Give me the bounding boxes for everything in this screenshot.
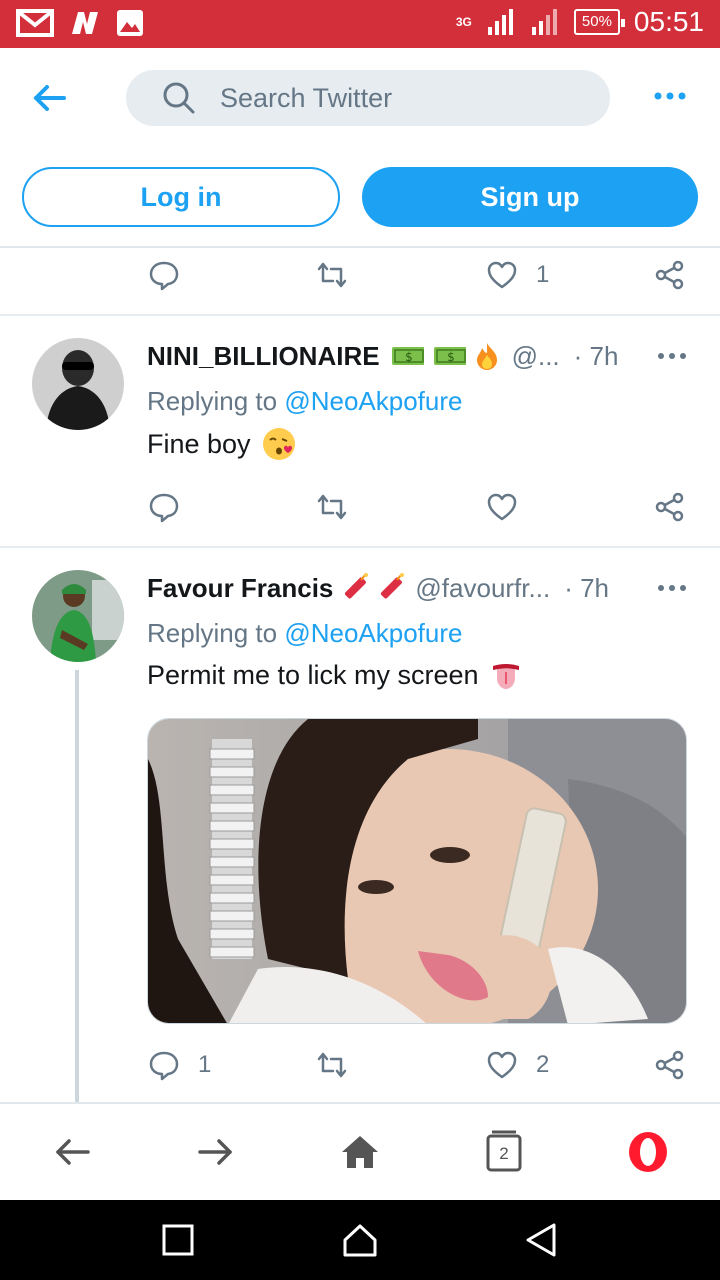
tweet-text: Fine boy bbox=[147, 426, 297, 462]
svg-text:$: $ bbox=[405, 350, 413, 364]
tweet-divider bbox=[0, 546, 720, 548]
tweet-header: NINI_BILLIONAIRE $ $ @... · 7h bbox=[147, 336, 618, 376]
tabs-count: 2 bbox=[499, 1144, 509, 1163]
browser-forward-icon[interactable] bbox=[194, 1130, 238, 1174]
share-icon bbox=[655, 1050, 684, 1080]
tweet-actions: 1 2 bbox=[0, 1040, 720, 1090]
news-icon bbox=[72, 12, 98, 34]
login-button[interactable]: Log in bbox=[22, 167, 340, 227]
back-arrow-icon[interactable] bbox=[30, 78, 70, 118]
heart-icon bbox=[487, 493, 517, 521]
mention-link[interactable]: @NeoAkpofure bbox=[284, 386, 462, 416]
tweet-time: · 7h bbox=[573, 340, 619, 371]
search-input[interactable] bbox=[220, 82, 580, 114]
avatar[interactable] bbox=[32, 338, 124, 430]
money-emoji: $ bbox=[391, 347, 424, 365]
share-action[interactable] bbox=[654, 1040, 686, 1090]
search-bar[interactable] bbox=[126, 70, 610, 126]
tabs-button[interactable]: 2 bbox=[482, 1130, 526, 1174]
heart-icon bbox=[487, 1051, 517, 1079]
tweet-feed[interactable]: 1 NINI_BILLIONAIRE $ $ @... · 7h Replyin… bbox=[0, 250, 720, 1102]
status-bar: 3G 50% 05:51 bbox=[0, 0, 720, 48]
opera-menu-icon[interactable] bbox=[626, 1130, 670, 1174]
share-action[interactable] bbox=[654, 482, 686, 532]
retweet-action[interactable] bbox=[316, 482, 348, 532]
android-navbar bbox=[0, 1200, 720, 1280]
kissing-face-emoji bbox=[262, 428, 295, 460]
firecracker-emoji bbox=[381, 573, 405, 599]
like-count: 2 bbox=[536, 1051, 550, 1078]
twitter-header: Log in Sign up bbox=[0, 48, 720, 248]
fire-emoji bbox=[476, 343, 497, 370]
like-action[interactable] bbox=[486, 482, 518, 532]
recents-icon[interactable] bbox=[158, 1220, 198, 1260]
share-action[interactable] bbox=[654, 250, 686, 300]
gallery-icon bbox=[117, 10, 143, 36]
tweet-media-image[interactable] bbox=[147, 718, 687, 1024]
mention-link[interactable]: @NeoAkpofure bbox=[284, 618, 462, 648]
tweet-actions bbox=[0, 482, 720, 532]
retweet-icon bbox=[317, 262, 347, 288]
retweet-action[interactable] bbox=[316, 250, 348, 300]
firecracker-emoji bbox=[345, 573, 369, 599]
tongue-emoji bbox=[492, 664, 519, 689]
tweet-actions: 1 bbox=[0, 250, 720, 300]
reply-count: 1 bbox=[198, 1051, 212, 1078]
android-back-icon[interactable] bbox=[522, 1220, 562, 1260]
like-action[interactable]: 2 bbox=[486, 1040, 549, 1090]
share-icon bbox=[655, 260, 684, 290]
more-options-icon[interactable] bbox=[648, 84, 692, 108]
browser-back-icon[interactable] bbox=[50, 1130, 94, 1174]
thread-line bbox=[75, 670, 79, 1102]
retweet-icon bbox=[317, 494, 347, 520]
home-icon[interactable] bbox=[338, 1130, 382, 1174]
signal-icon-secondary bbox=[531, 9, 557, 35]
tweet-text: Permit me to lick my screen bbox=[147, 658, 523, 692]
money-emoji: $ bbox=[433, 347, 466, 365]
svg-text:$: $ bbox=[447, 350, 455, 364]
like-action[interactable]: 1 bbox=[486, 250, 549, 300]
user-handle: @favourfr... bbox=[415, 572, 551, 603]
tweet-more-icon[interactable] bbox=[654, 578, 690, 598]
reply-action[interactable]: 1 bbox=[148, 1040, 211, 1090]
browser-toolbar: 2 bbox=[0, 1102, 720, 1200]
reply-action[interactable] bbox=[148, 482, 180, 532]
like-count: 1 bbox=[536, 261, 550, 288]
replying-to: Replying to @NeoAkpofure bbox=[147, 386, 463, 416]
reply-icon bbox=[149, 1051, 179, 1081]
replying-to: Replying to @NeoAkpofure bbox=[147, 618, 463, 648]
battery-indicator: 50% bbox=[573, 9, 625, 35]
gmail-icon bbox=[16, 9, 54, 37]
retweet-icon bbox=[317, 1052, 347, 1078]
search-icon bbox=[163, 82, 195, 114]
reply-action[interactable] bbox=[148, 250, 180, 300]
tweet-divider bbox=[0, 314, 720, 316]
signup-button[interactable]: Sign up bbox=[362, 167, 698, 227]
reply-icon bbox=[149, 261, 179, 291]
clock: 05:51 bbox=[633, 6, 704, 37]
signal-icon bbox=[487, 9, 513, 35]
user-handle: @... bbox=[511, 340, 560, 371]
heart-icon bbox=[487, 261, 517, 289]
tweet-time: · 7h bbox=[564, 572, 609, 603]
retweet-action[interactable] bbox=[316, 1040, 348, 1090]
tweet-header: Favour Francis @favourfr... · 7h bbox=[147, 568, 609, 608]
avatar[interactable] bbox=[32, 570, 124, 662]
display-name[interactable]: NINI_BILLIONAIRE bbox=[147, 341, 380, 372]
tweet-more-icon[interactable] bbox=[654, 346, 690, 366]
reply-icon bbox=[149, 493, 179, 523]
network-type: 3G bbox=[455, 15, 472, 29]
share-icon bbox=[655, 492, 684, 522]
display-name[interactable]: Favour Francis bbox=[147, 573, 333, 604]
android-home-icon[interactable] bbox=[340, 1220, 380, 1260]
